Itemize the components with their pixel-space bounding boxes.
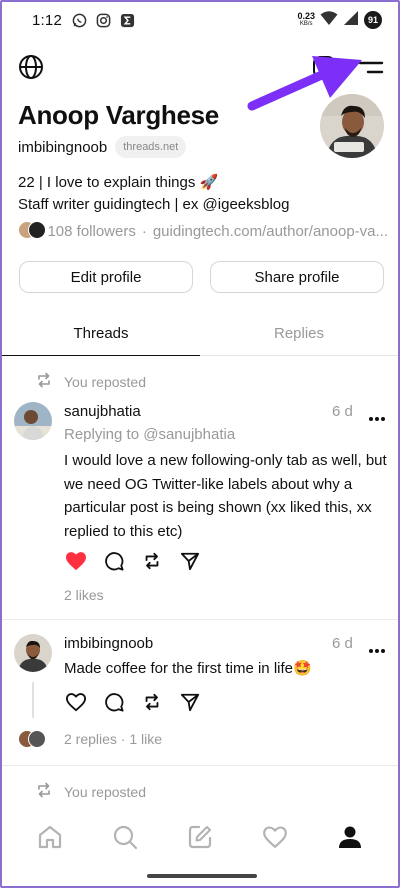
signal-icon bbox=[343, 10, 359, 30]
domain-badge[interactable]: threads.net bbox=[115, 136, 187, 158]
gesture-bar[interactable] bbox=[147, 874, 257, 878]
post-time: 6 d bbox=[332, 403, 353, 420]
follower-avatars bbox=[18, 221, 46, 241]
post-text: I would love a new following-only tab as… bbox=[64, 452, 387, 540]
avatar[interactable] bbox=[14, 634, 52, 672]
separator-dot: · bbox=[141, 222, 147, 240]
followers-row: 108 followers · guidingtech.com/author/a… bbox=[18, 221, 388, 241]
repost-label: You reposted bbox=[64, 783, 146, 800]
profile-handle: imbibingnoob bbox=[18, 138, 108, 156]
post-author[interactable]: sanujbhatia bbox=[64, 403, 141, 420]
avatar bbox=[28, 730, 46, 748]
more-options-icon[interactable] bbox=[368, 641, 386, 653]
thread-post[interactable]: imbibingnoob 6 d Made coffee for the fir… bbox=[2, 632, 398, 757]
tab-replies[interactable]: Replies bbox=[200, 312, 398, 355]
sigma-app-icon bbox=[120, 13, 135, 28]
post-actions bbox=[64, 549, 202, 573]
share-profile-button[interactable]: Share profile bbox=[210, 261, 384, 293]
profile-name: Anoop Varghese bbox=[18, 100, 219, 130]
post-author[interactable]: imbibingnoob bbox=[64, 635, 153, 652]
divider bbox=[2, 765, 398, 766]
repost-icon[interactable] bbox=[140, 549, 164, 573]
repost-indicator: You reposted bbox=[36, 781, 146, 802]
instagram-icon[interactable] bbox=[312, 55, 336, 79]
profile-bio: 22 | I love to explain things 🚀 Staff wr… bbox=[18, 172, 290, 216]
status-bar: 1:12 0.23 KB/s 91 bbox=[2, 2, 398, 38]
like-count[interactable]: 2 likes bbox=[64, 587, 104, 603]
comment-icon[interactable] bbox=[102, 549, 126, 573]
profile-top-bar bbox=[2, 52, 398, 82]
tab-threads[interactable]: Threads bbox=[2, 312, 200, 356]
avatar[interactable] bbox=[14, 402, 52, 440]
wifi-icon bbox=[320, 10, 338, 30]
share-icon[interactable] bbox=[178, 549, 202, 573]
globe-icon[interactable] bbox=[18, 54, 44, 80]
reply-avatars bbox=[18, 730, 48, 750]
thread-connector bbox=[32, 682, 34, 718]
battery-icon: 91 bbox=[364, 11, 382, 29]
compose-icon[interactable] bbox=[186, 823, 214, 851]
edit-profile-button[interactable]: Edit profile bbox=[19, 261, 193, 293]
thread-post[interactable]: sanujbhatia 6 d Replying to @sanujbhatia… bbox=[2, 400, 398, 610]
profile-avatar[interactable] bbox=[320, 94, 384, 158]
replying-to[interactable]: Replying to @sanujbhatia bbox=[64, 426, 235, 443]
menu-icon[interactable] bbox=[358, 58, 384, 78]
profile-link[interactable]: guidingtech.com/author/anoop-va... bbox=[153, 223, 388, 240]
profile-icon[interactable] bbox=[336, 823, 364, 851]
network-speed: 0.23 KB/s bbox=[297, 11, 315, 28]
bio-line: Staff writer guidingtech | ex @igeeksblo… bbox=[18, 196, 290, 213]
profile-tabs: Threads Replies bbox=[2, 312, 398, 356]
bio-line: 22 | I love to explain things 🚀 bbox=[18, 174, 219, 191]
whatsapp-icon bbox=[72, 13, 87, 28]
activity-heart-icon[interactable] bbox=[261, 823, 289, 851]
post-text: Made coffee for the first time in life🤩 bbox=[64, 660, 312, 677]
repost-icon[interactable] bbox=[140, 690, 164, 714]
instagram-icon bbox=[96, 13, 111, 28]
repost-label: You reposted bbox=[64, 373, 146, 390]
heart-icon[interactable] bbox=[64, 549, 88, 573]
search-icon[interactable] bbox=[111, 823, 139, 851]
phone-screen: 1:12 0.23 KB/s 91 Anoop Varghese imbibin… bbox=[0, 0, 400, 888]
post-time: 6 d bbox=[332, 635, 353, 652]
home-icon[interactable] bbox=[36, 823, 64, 851]
handle-row: imbibingnoob threads.net bbox=[18, 136, 187, 158]
reply-like-count[interactable]: 2 replies · 1 like bbox=[64, 731, 162, 747]
avatar bbox=[28, 221, 46, 239]
status-time: 1:12 bbox=[32, 11, 62, 29]
heart-icon[interactable] bbox=[64, 690, 88, 714]
divider bbox=[2, 619, 398, 620]
repost-icon bbox=[36, 781, 52, 802]
followers-count[interactable]: 108 followers bbox=[47, 223, 135, 240]
more-options-icon[interactable] bbox=[368, 409, 386, 421]
repost-indicator: You reposted bbox=[36, 371, 146, 392]
share-icon[interactable] bbox=[178, 690, 202, 714]
repost-icon bbox=[36, 371, 52, 392]
post-actions bbox=[64, 690, 202, 714]
comment-icon[interactable] bbox=[102, 690, 126, 714]
bottom-navigation bbox=[2, 812, 398, 862]
